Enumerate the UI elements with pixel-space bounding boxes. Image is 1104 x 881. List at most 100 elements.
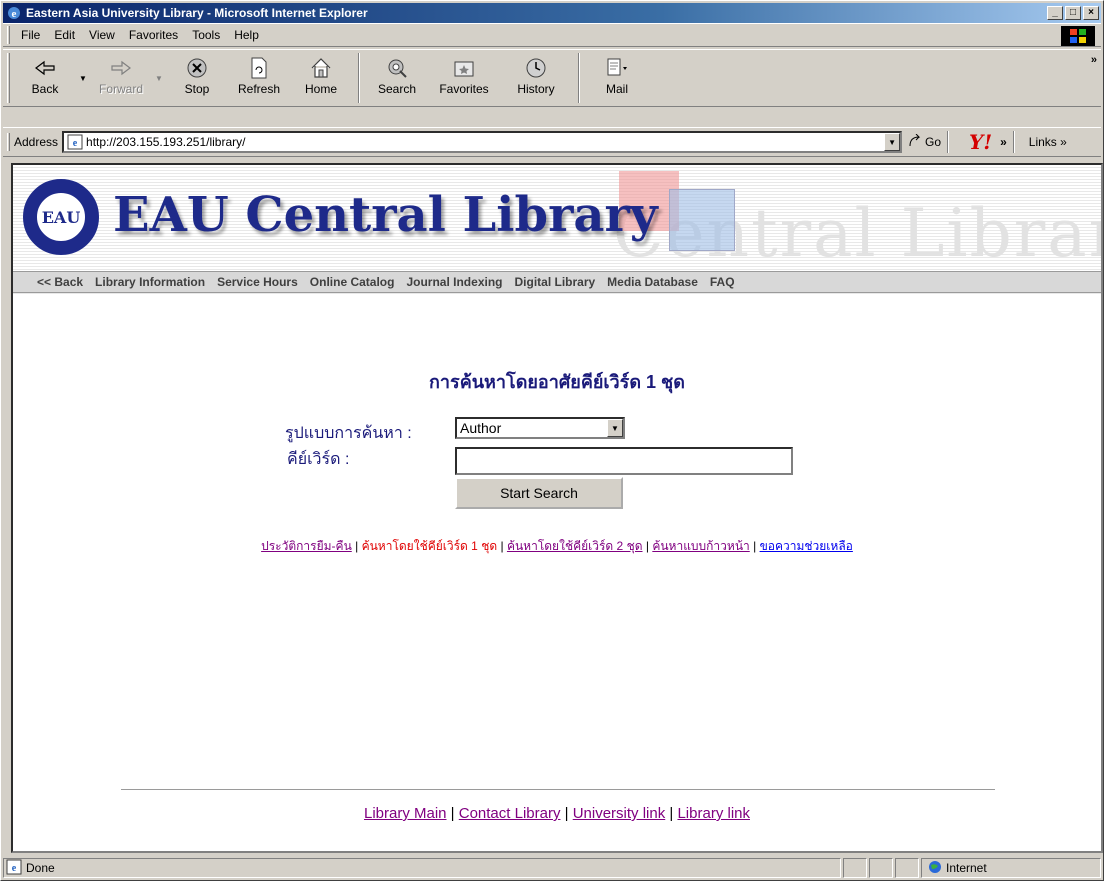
nav-library-information[interactable]: Library Information — [95, 275, 205, 289]
forward-button[interactable]: Forward — [90, 50, 152, 106]
footer-separator: | — [560, 805, 573, 822]
back-arrow-icon — [32, 56, 58, 80]
banner-title: EAU Central Library — [113, 187, 658, 243]
nav-journal-indexing[interactable]: Journal Indexing — [406, 275, 502, 289]
svg-text:e: e — [73, 138, 78, 149]
internet-globe-icon — [928, 860, 942, 877]
stop-label: Stop — [184, 82, 210, 96]
home-label: Home — [304, 82, 337, 96]
forward-dropdown-icon[interactable]: ▼ — [152, 50, 166, 106]
seal-text: EAU — [35, 191, 87, 243]
address-grip[interactable] — [7, 133, 10, 151]
search-label: Search — [377, 82, 417, 96]
menu-help[interactable]: Help — [227, 28, 266, 42]
yahoo-logo-icon[interactable]: Y! — [969, 130, 992, 154]
link-one-keyword[interactable]: ค้นหาโดยใช้คีย์เวิร์ด 1 ชุด — [362, 539, 498, 553]
windows-logo-icon — [1061, 26, 1095, 46]
nav-media-database[interactable]: Media Database — [607, 275, 698, 289]
menu-favorites[interactable]: Favorites — [122, 28, 185, 42]
links-button[interactable]: Links » — [1029, 135, 1067, 149]
toolbar-separator — [358, 53, 360, 103]
search-button[interactable]: Search — [366, 50, 428, 106]
footer-library-link[interactable]: Library link — [677, 805, 750, 822]
status-cell — [895, 858, 919, 878]
link-borrow-history[interactable]: ประวัติการยืม-คืน — [261, 539, 352, 553]
maximize-button[interactable]: □ — [1065, 6, 1081, 20]
footer-separator: | — [446, 805, 459, 822]
link-separator: | — [351, 539, 362, 553]
window-title: Eastern Asia University Library - Micros… — [26, 6, 368, 20]
refresh-button[interactable]: Refresh — [228, 50, 290, 106]
link-advanced-search[interactable]: ค้นหาแบบก้าวหน้า — [652, 539, 749, 553]
svg-text:e: e — [12, 8, 17, 20]
footer-university-link[interactable]: University link — [573, 805, 666, 822]
chevron-down-icon[interactable]: ▼ — [607, 419, 623, 437]
favorites-label: Favorites — [439, 82, 489, 96]
title-bar[interactable]: e Eastern Asia University Library - Micr… — [3, 3, 1101, 23]
search-globe-icon — [384, 56, 410, 80]
stop-icon — [184, 56, 210, 80]
back-button[interactable]: Back — [14, 50, 76, 106]
eau-seal-logo[interactable]: EAU — [23, 179, 99, 255]
security-zone[interactable]: Internet — [921, 858, 1101, 878]
address-dropdown-icon[interactable]: ▼ — [884, 133, 901, 151]
search-format-select[interactable]: Author ▼ — [455, 417, 625, 439]
menu-grip[interactable] — [7, 26, 10, 44]
go-arrow-icon — [908, 133, 922, 151]
link-two-keywords[interactable]: ค้นหาโดยใช้คีย์เวิร์ด 2 ชุด — [507, 539, 643, 553]
favorites-icon — [451, 56, 477, 80]
footer-contact-library[interactable]: Contact Library — [459, 805, 561, 822]
keyword-label: คีย์เวิร์ด : — [287, 451, 350, 468]
mail-button[interactable]: Mail — [586, 50, 648, 106]
toolbar-grip[interactable] — [7, 53, 10, 103]
menu-bar: File Edit View Favorites Tools Help — [3, 23, 1101, 47]
home-button[interactable]: Home — [290, 50, 352, 106]
page-content: Central Library EAU EAU Central Library … — [11, 163, 1103, 853]
forward-label: Forward — [98, 82, 143, 96]
nav-digital-library[interactable]: Digital Library — [514, 275, 595, 289]
status-bar: e Done Internet — [3, 857, 1101, 879]
address-url: http://203.155.193.251/library/ — [86, 135, 246, 149]
link-separator: | — [642, 539, 653, 553]
minimize-button[interactable]: _ — [1047, 6, 1063, 20]
menu-view[interactable]: View — [82, 28, 122, 42]
status-cell — [843, 858, 867, 878]
toolbar-chevron-icon[interactable]: » — [1091, 54, 1097, 66]
nav-back[interactable]: << Back — [37, 275, 83, 289]
favorites-button[interactable]: Favorites — [428, 50, 500, 106]
menu-edit[interactable]: Edit — [47, 28, 82, 42]
history-button[interactable]: History — [500, 50, 572, 106]
history-icon — [523, 56, 549, 80]
links-separator — [1012, 131, 1015, 153]
back-dropdown-icon[interactable]: ▼ — [76, 50, 90, 106]
page-icon: e — [67, 134, 83, 150]
address-chevron-icon[interactable]: » — [1000, 135, 1007, 149]
standard-toolbar: Back ▼ Forward ▼ Stop Refresh Home Searc… — [3, 49, 1101, 107]
nav-service-hours[interactable]: Service Hours — [217, 275, 298, 289]
start-search-button[interactable]: Start Search — [455, 477, 623, 509]
search-heading: การค้นหาโดยอาศัยคีย์เวิร์ด 1 ชุด — [429, 372, 685, 392]
menu-tools[interactable]: Tools — [185, 28, 227, 42]
refresh-label: Refresh — [237, 82, 281, 96]
browser-window: e Eastern Asia University Library - Micr… — [0, 0, 1104, 881]
forward-arrow-icon — [108, 56, 134, 80]
footer-library-main[interactable]: Library Main — [364, 805, 447, 822]
status-main: e Done — [3, 858, 841, 878]
nav-faq[interactable]: FAQ — [710, 275, 735, 289]
menu-file[interactable]: File — [14, 28, 47, 42]
go-button[interactable]: Go — [908, 133, 941, 151]
link-separator: | — [497, 539, 507, 553]
nav-online-catalog[interactable]: Online Catalog — [310, 275, 395, 289]
page-done-icon: e — [6, 859, 22, 878]
address-bar: Address e http://203.155.193.251/library… — [3, 127, 1101, 157]
search-format-label: รูปแบบการค้นหา : — [285, 425, 412, 442]
mail-label: Mail — [605, 82, 628, 96]
link-help[interactable]: ขอความช่วยเหลือ — [760, 539, 853, 553]
library-banner: Central Library EAU EAU Central Library … — [13, 165, 1101, 295]
close-button[interactable]: × — [1083, 6, 1099, 20]
address-input[interactable]: e http://203.155.193.251/library/ ▼ — [62, 131, 903, 153]
keyword-input[interactable] — [455, 447, 793, 475]
zone-text: Internet — [946, 861, 987, 875]
address-separator — [947, 131, 950, 153]
stop-button[interactable]: Stop — [166, 50, 228, 106]
